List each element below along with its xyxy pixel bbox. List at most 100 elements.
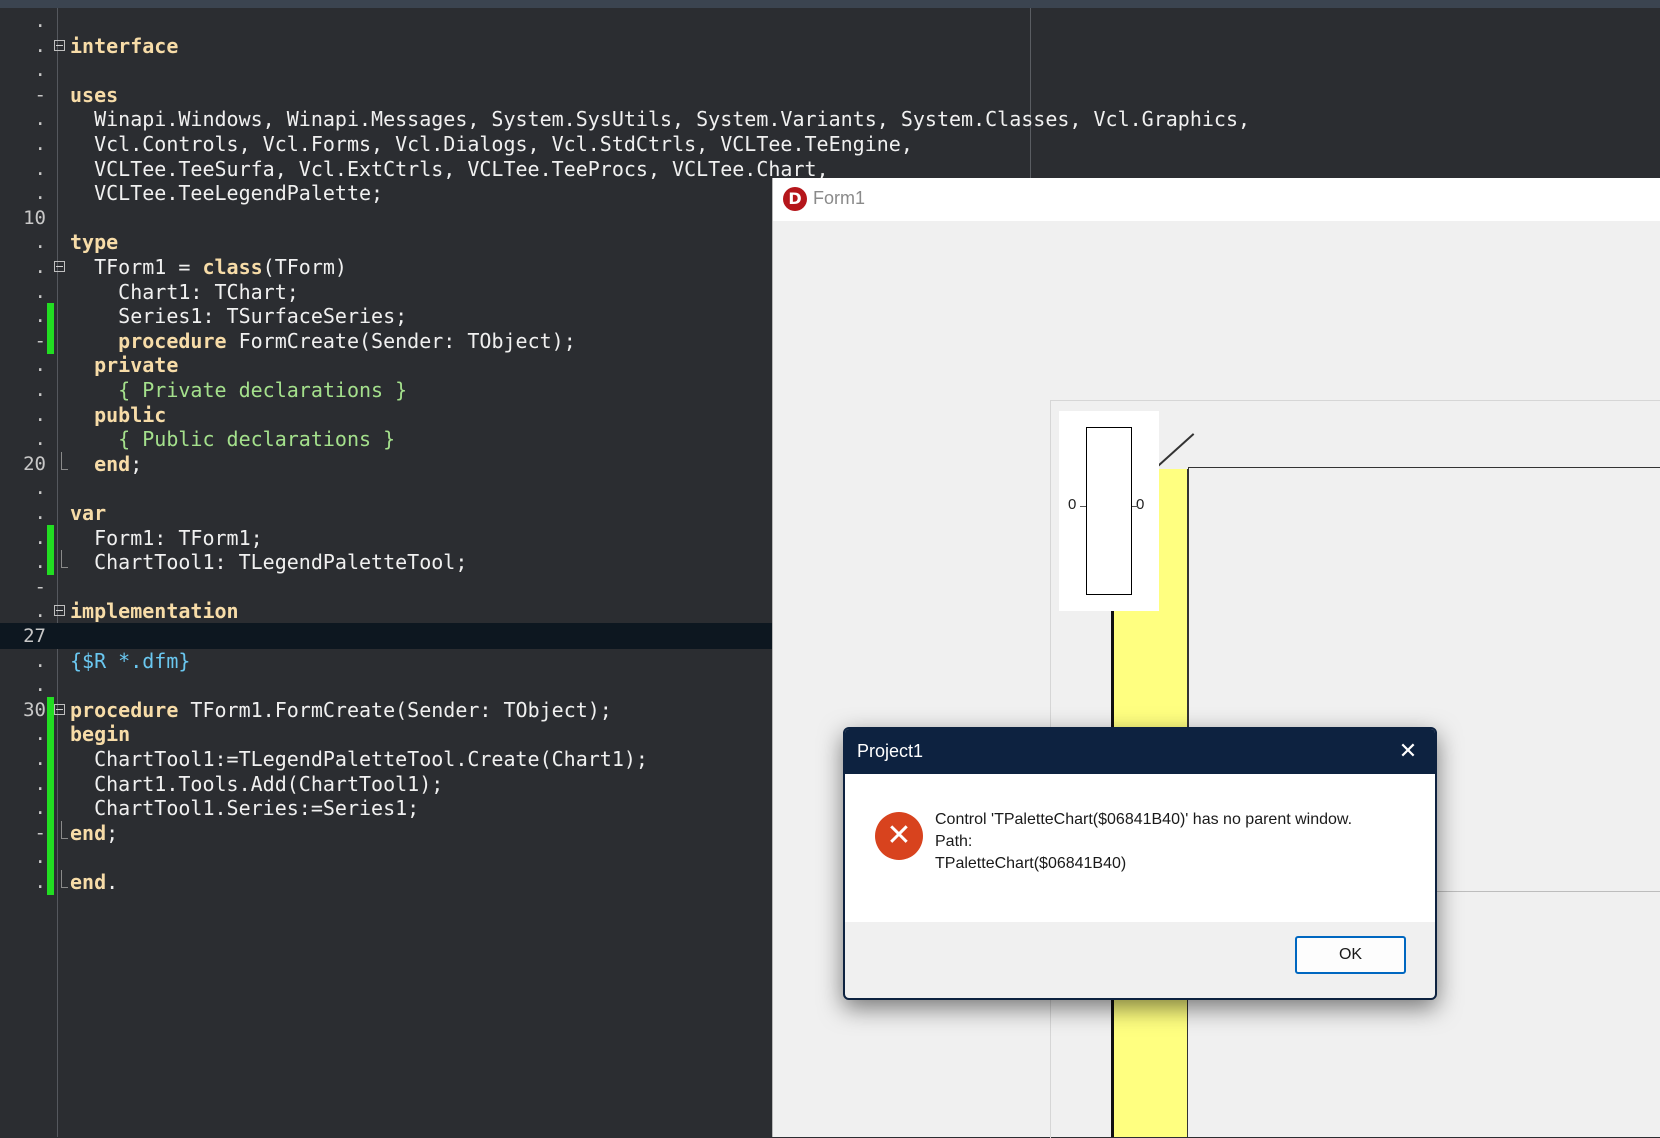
line-number: . — [34, 551, 46, 574]
legend-palette: 0 0 — [1059, 411, 1159, 611]
code-token: ChartTool1: TLegendPaletteTool; — [70, 550, 468, 575]
modified-line-marker — [47, 549, 54, 576]
fold-collapse-icon[interactable] — [54, 605, 65, 617]
line-number: - — [34, 329, 46, 352]
legend-left-tick — [1080, 506, 1086, 507]
line-number: . — [34, 674, 46, 697]
code-token: private — [70, 353, 179, 378]
line-number: . — [34, 846, 46, 869]
code-token: VCLTee.TeeSurfa, Vcl.ExtCtrls, VCLTee.Te… — [70, 156, 829, 181]
fold-collapse-icon[interactable] — [54, 39, 65, 51]
modified-line-marker — [47, 303, 54, 330]
code-text: {$R *.dfm} — [70, 648, 190, 674]
fold-collapse-icon[interactable] — [54, 703, 65, 715]
code-text: end; — [70, 820, 118, 846]
code-token: FormCreate(Sender: TObject); — [226, 328, 576, 353]
delphi-logo-icon: D — [783, 187, 807, 211]
fold-end-icon — [61, 550, 68, 569]
modified-line-marker — [47, 746, 54, 772]
code-token: Vcl.Controls, Vcl.Forms, Vcl.Dialogs, Vc… — [70, 132, 913, 156]
code-text: begin — [70, 721, 130, 747]
code-line[interactable]: . — [0, 57, 1660, 83]
code-token: class — [202, 255, 263, 279]
code-token: end — [70, 820, 107, 845]
code-line[interactable]: . interface — [0, 33, 1660, 59]
code-token: (TForm) — [262, 255, 347, 279]
modified-line-marker — [47, 696, 54, 723]
fold-collapse-icon[interactable] — [54, 261, 65, 272]
code-text: var — [70, 500, 106, 526]
dialog-body: ✕ Control 'TPaletteChart($06841B40)' has… — [845, 774, 1435, 922]
code-token: {$R *.dfm} — [70, 648, 191, 673]
line-number: . — [34, 600, 46, 623]
top-bar — [0, 0, 1660, 8]
line-number: . — [34, 280, 46, 303]
code-token: { Public declarations } — [70, 427, 396, 452]
ok-button[interactable]: OK — [1295, 936, 1406, 974]
code-token: uses — [70, 82, 119, 107]
line-number: . — [34, 403, 46, 426]
code-text: type — [70, 229, 118, 255]
dialog-message-line2: Path: — [935, 833, 973, 850]
line-number: 20 — [23, 452, 46, 475]
code-token: procedure — [70, 697, 179, 722]
code-text: end. — [70, 869, 118, 895]
error-icon: ✕ — [875, 812, 923, 860]
line-number: . — [34, 59, 46, 82]
modified-line-marker — [47, 524, 54, 551]
code-line[interactable]: . Vcl.Controls, Vcl.Forms, Vcl.Dialogs, … — [0, 131, 1660, 157]
code-text: ChartTool1: TLegendPaletteTool; — [70, 549, 467, 575]
code-token: Chart1: TChart; — [70, 279, 299, 304]
code-token: TForm1 = — [70, 255, 203, 279]
code-token: VCLTee.TeeLegendPalette; — [70, 181, 384, 206]
line-number: - — [34, 83, 46, 106]
error-dialog[interactable]: Project1 ✕ ✕ Control 'TPaletteChart($068… — [843, 727, 1437, 1000]
dialog-titlebar[interactable]: Project1 ✕ — [845, 729, 1435, 774]
code-token: . — [106, 870, 119, 894]
code-token: end — [70, 451, 131, 476]
code-line[interactable]: . Winapi.Windows, Winapi.Messages, Syste… — [0, 106, 1660, 132]
code-text: implementation — [70, 598, 239, 624]
code-token: implementation — [70, 599, 239, 624]
code-token: Winapi.Windows, Winapi.Messages, System.… — [70, 107, 1251, 132]
line-number: . — [34, 379, 46, 401]
line-number: . — [34, 502, 46, 524]
code-token: var — [70, 501, 107, 525]
code-line[interactable]: . — [0, 8, 1660, 34]
form1-titlebar[interactable]: D Form1 — [773, 178, 1660, 221]
code-text: Chart1.Tools.Add(ChartTool1); — [70, 771, 443, 797]
close-icon[interactable]: ✕ — [1393, 737, 1423, 767]
line-number: . — [34, 477, 46, 500]
line-number: 30 — [23, 698, 46, 721]
dialog-message-line3: TPaletteChart($06841B40) — [935, 855, 1127, 872]
code-token: interface — [70, 33, 179, 58]
fold-end-icon — [61, 451, 68, 470]
line-number: 27 — [23, 625, 46, 647]
line-number: . — [34, 723, 46, 746]
code-token: end — [70, 870, 107, 894]
dialog-title: Project1 — [857, 741, 924, 761]
line-number: . — [34, 354, 46, 377]
line-number: . — [34, 133, 46, 155]
code-text: end; — [70, 451, 142, 477]
code-line[interactable]: - uses — [0, 82, 1660, 108]
code-token: { Private declarations } — [70, 378, 408, 402]
modified-line-marker — [47, 327, 54, 354]
fold-end-icon — [61, 820, 68, 839]
modified-line-marker — [47, 770, 54, 797]
code-text: Winapi.Windows, Winapi.Messages, System.… — [70, 106, 1250, 132]
modified-line-marker — [47, 721, 54, 748]
code-text: public — [70, 402, 166, 428]
code-token: ; — [106, 820, 119, 845]
line-number: - — [34, 821, 46, 844]
line-number: - — [34, 575, 46, 598]
code-text: Chart1: TChart; — [70, 279, 299, 305]
code-token: public — [70, 402, 167, 427]
modified-line-marker — [47, 844, 54, 871]
line-number: . — [34, 10, 46, 32]
code-text: { Public declarations } — [70, 426, 395, 452]
line-number: . — [34, 305, 46, 328]
line-number: . — [34, 797, 46, 820]
line-number: . — [34, 157, 46, 180]
